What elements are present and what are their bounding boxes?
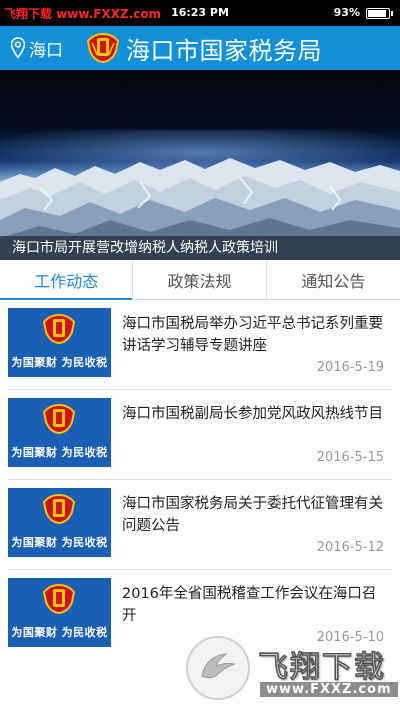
thumbnail-slogan: 为国聚财 为民收税	[11, 626, 108, 639]
news-date: 2016-5-19	[316, 360, 384, 375]
page-title: 海口市国家税务局	[126, 36, 322, 65]
watermark-url: www.FXXZ.com	[260, 682, 398, 697]
tab-policy-regulations[interactable]: 政策法规	[133, 260, 267, 300]
news-title: 海口市国税副局长参加党风政风热线节目	[122, 406, 383, 422]
location-label: 海口	[29, 40, 63, 61]
watermark-overlay: 飞翔下载 www.FXXZ.com	[186, 636, 400, 712]
tax-emblem-icon	[86, 32, 120, 64]
news-title: 2016年全省国税稽查工作会议在海口召开	[122, 586, 377, 624]
brand: 海口市国家税务局	[86, 26, 322, 70]
status-bar: 飞翔下载 www.FXXZ.com 16:23 PM 93%	[0, 0, 400, 26]
news-date: 2016-5-12	[316, 540, 384, 555]
tax-emblem-icon	[42, 583, 76, 615]
tax-emblem-icon	[42, 403, 76, 435]
list-item[interactable]: 为国聚财 为民收税 海口市国税局举办习近平总书记系列重要讲话学习辅导专题讲座 2…	[0, 300, 400, 390]
app-header: 海口 海口市国家税务局	[0, 26, 400, 70]
watermark-title: 飞翔下载	[258, 650, 386, 686]
banner-image	[0, 130, 400, 260]
bird-logo-icon	[186, 636, 250, 700]
list-item[interactable]: 为国聚财 为民收税 海口市国税副局长参加党风政风热线节目 2016-5-15	[0, 390, 400, 480]
news-date: 2016-5-15	[316, 450, 384, 465]
news-title: 海口市国税局举办习近平总书记系列重要讲话学习辅导专题讲座	[122, 316, 383, 354]
news-thumbnail: 为国聚财 为民收税	[8, 488, 111, 557]
banner-caption[interactable]: 海口市局开展营改增纳税人纳税人政策培训	[0, 236, 400, 260]
banner-carousel[interactable]: 海口市局开展营改增纳税人纳税人政策培训	[0, 70, 400, 260]
tab-notices[interactable]: 通知公告	[267, 260, 400, 300]
location-selector[interactable]: 海口	[10, 26, 63, 70]
news-thumbnail: 为国聚财 为民收税	[8, 398, 111, 467]
thumbnail-slogan: 为国聚财 为民收税	[11, 536, 108, 549]
news-thumbnail: 为国聚财 为民收税	[8, 308, 111, 377]
list-item[interactable]: 为国聚财 为民收税 海口市国家税务局关于委托代征管理有关问题公告 2016-5-…	[0, 480, 400, 570]
category-tabs: 工作动态 政策法规 通知公告	[0, 260, 400, 301]
location-pin-icon	[10, 37, 26, 59]
battery-icon	[366, 8, 393, 19]
tab-work-news[interactable]: 工作动态	[0, 260, 134, 301]
tax-emblem-icon	[42, 313, 76, 345]
thumbnail-slogan: 为国聚财 为民收税	[11, 356, 108, 369]
news-thumbnail: 为国聚财 为民收税	[8, 578, 111, 647]
thumbnail-slogan: 为国聚财 为民收税	[11, 446, 108, 459]
news-title: 海口市国家税务局关于委托代征管理有关问题公告	[122, 496, 383, 534]
battery-percent: 93%	[333, 6, 360, 19]
tax-emblem-icon	[42, 493, 76, 525]
